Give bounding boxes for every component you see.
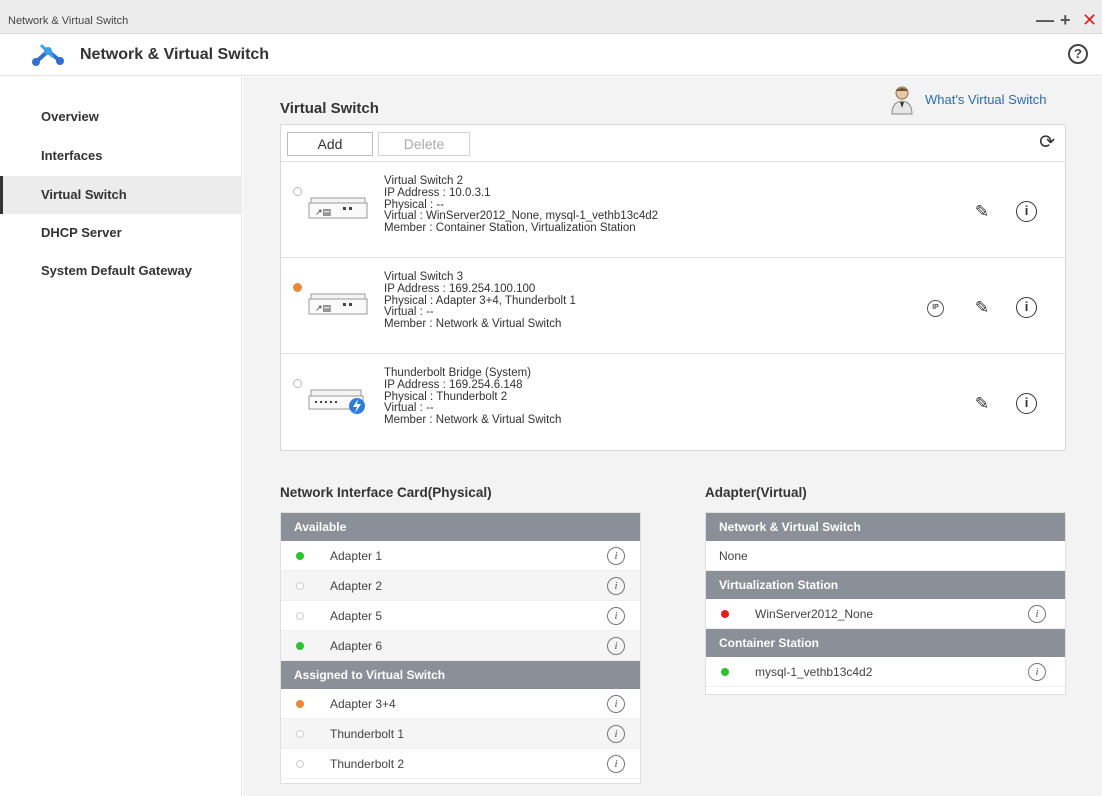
row-select-radio[interactable] xyxy=(293,187,302,196)
sidebar-item-overview[interactable]: Overview xyxy=(0,98,242,136)
switch-device-icon: ↗▤ xyxy=(307,291,369,320)
adapter-cs-header: Container Station xyxy=(706,629,1065,657)
adapter-row[interactable]: mysql-1_vethb13c4d2 i xyxy=(706,657,1065,687)
status-dot-icon xyxy=(721,610,729,618)
window-title: Network & Virtual Switch xyxy=(8,15,129,27)
info-icon[interactable]: i xyxy=(607,577,625,595)
refresh-icon[interactable]: ⟳ xyxy=(1039,133,1055,153)
virtual-switch-row[interactable]: ↗▤ Virtual Switch 2 IP Address : 10.0.3.… xyxy=(281,163,1065,258)
info-icon[interactable]: i xyxy=(1016,201,1037,222)
nic-label: Adapter 2 xyxy=(330,579,383,593)
adapter-table: Network & Virtual Switch None Virtualiza… xyxy=(705,512,1066,695)
status-dot-icon xyxy=(296,552,304,560)
switch-device-icon: ↗▤ xyxy=(307,195,369,224)
adapter-label: WinServer2012_None xyxy=(755,607,874,621)
virtual-switch-row[interactable]: ↗▤ Virtual Switch 3 IP Address : 169.254… xyxy=(281,259,1065,354)
adapter-label: mysql-1_vethb13c4d2 xyxy=(755,665,873,679)
nic-table: Available Adapter 1 i Adapter 2 i Adapte… xyxy=(280,512,641,784)
nic-section-title: Network Interface Card(Physical) xyxy=(280,485,492,500)
whats-virtual-switch-link[interactable]: What's Virtual Switch xyxy=(925,92,1046,107)
info-icon[interactable]: i xyxy=(607,725,625,743)
nic-row[interactable]: Adapter 2 i xyxy=(281,571,640,601)
switch-details: Virtual Switch 3 IP Address : 169.254.10… xyxy=(384,271,576,331)
nic-available-header: Available xyxy=(281,513,640,541)
switch-member: Member : Container Station, Virtualizati… xyxy=(384,222,636,235)
info-icon[interactable]: i xyxy=(607,547,625,565)
sidebar-item-default-gateway[interactable]: System Default Gateway xyxy=(0,252,242,290)
status-dot-icon xyxy=(296,760,304,768)
info-icon[interactable]: i xyxy=(1016,393,1037,414)
status-dot-icon xyxy=(296,730,304,738)
adapter-vs-header: Virtualization Station xyxy=(706,571,1065,599)
nic-row[interactable]: Adapter 3+4 i xyxy=(281,689,640,719)
switch-details: Virtual Switch 2 IP Address : 10.0.3.1 P… xyxy=(384,175,658,235)
delete-button[interactable]: Delete xyxy=(378,132,470,156)
adapter-row[interactable]: WinServer2012_None i xyxy=(706,599,1065,629)
app-header: Network & Virtual Switch ? xyxy=(0,34,1102,76)
info-icon[interactable]: i xyxy=(1028,605,1046,623)
nic-assigned-header: Assigned to Virtual Switch xyxy=(281,661,640,689)
sidebar-item-dhcp-server[interactable]: DHCP Server xyxy=(0,214,242,252)
virtual-switch-toolbar: Add Delete ⟳ xyxy=(281,125,1065,162)
virtual-switch-row[interactable]: Thunderbolt Bridge (System) IP Address :… xyxy=(281,355,1065,450)
status-dot-icon xyxy=(296,612,304,620)
row-select-radio[interactable] xyxy=(293,283,302,292)
nic-label: Thunderbolt 2 xyxy=(330,757,405,771)
info-icon[interactable]: i xyxy=(607,695,625,713)
nic-label: Adapter 3+4 xyxy=(330,697,396,711)
help-icon[interactable]: ? xyxy=(1068,44,1088,64)
maximize-button[interactable]: + xyxy=(1060,11,1071,29)
switch-member: Member : Network & Virtual Switch xyxy=(384,318,562,331)
adapter-section-title: Adapter(Virtual) xyxy=(705,485,807,500)
nic-label: Adapter 5 xyxy=(330,609,383,623)
switch-ip: IP Address : 169.254.6.148 xyxy=(384,378,523,391)
status-dot-icon xyxy=(296,700,304,708)
info-icon[interactable]: i xyxy=(1028,663,1046,681)
info-icon[interactable]: i xyxy=(607,637,625,655)
thunderbolt-device-icon xyxy=(307,387,369,420)
adapter-nvs-header: Network & Virtual Switch xyxy=(706,513,1065,541)
edit-icon[interactable]: ✎ xyxy=(971,201,993,223)
nic-row[interactable]: Adapter 1 i xyxy=(281,541,640,571)
sidebar-item-interfaces[interactable]: Interfaces xyxy=(0,137,242,175)
helper-avatar-icon xyxy=(889,85,915,120)
adapter-none-label: None xyxy=(719,549,748,563)
page-title: Virtual Switch xyxy=(280,100,379,117)
ip-icon[interactable]: IP xyxy=(927,300,944,317)
minimize-button[interactable]: — xyxy=(1036,11,1054,29)
nic-row[interactable]: Thunderbolt 1 i xyxy=(281,719,640,749)
svg-text:↗▤: ↗▤ xyxy=(315,208,331,218)
info-icon[interactable]: i xyxy=(1016,297,1037,318)
window-titlebar: Network & Virtual Switch — + ✕ xyxy=(0,0,1102,34)
nic-label: Adapter 6 xyxy=(330,639,383,653)
sidebar: Overview Interfaces Virtual Switch DHCP … xyxy=(0,77,242,796)
adapter-row: None xyxy=(706,541,1065,571)
close-button[interactable]: ✕ xyxy=(1082,11,1097,29)
info-icon[interactable]: i xyxy=(607,607,625,625)
sidebar-item-virtual-switch[interactable]: Virtual Switch xyxy=(0,176,242,214)
nic-row[interactable]: Thunderbolt 2 i xyxy=(281,749,640,779)
switch-ip: IP Address : 10.0.3.1 xyxy=(384,186,491,199)
edit-icon[interactable]: ✎ xyxy=(971,297,993,319)
main-content: Virtual Switch What's Virtual Switch Add… xyxy=(243,77,1102,796)
network-logo-icon xyxy=(32,42,66,73)
status-dot-icon xyxy=(721,668,729,676)
info-icon[interactable]: i xyxy=(607,755,625,773)
add-button[interactable]: Add xyxy=(287,132,373,156)
switch-member: Member : Network & Virtual Switch xyxy=(384,414,562,427)
row-select-radio[interactable] xyxy=(293,379,302,388)
virtual-switch-panel: Add Delete ⟳ ↗▤ Virtual Switch 2 IP Addr… xyxy=(280,124,1066,451)
status-dot-icon xyxy=(296,642,304,650)
nic-label: Adapter 1 xyxy=(330,549,383,563)
status-dot-icon xyxy=(296,582,304,590)
svg-text:↗▤: ↗▤ xyxy=(315,304,331,314)
nic-row[interactable]: Adapter 6 i xyxy=(281,631,640,661)
nic-label: Thunderbolt 1 xyxy=(330,727,405,741)
app-title: Network & Virtual Switch xyxy=(80,46,270,63)
edit-icon[interactable]: ✎ xyxy=(971,393,993,415)
switch-details: Thunderbolt Bridge (System) IP Address :… xyxy=(384,367,562,427)
switch-ip: IP Address : 169.254.100.100 xyxy=(384,282,536,295)
nic-row[interactable]: Adapter 5 i xyxy=(281,601,640,631)
